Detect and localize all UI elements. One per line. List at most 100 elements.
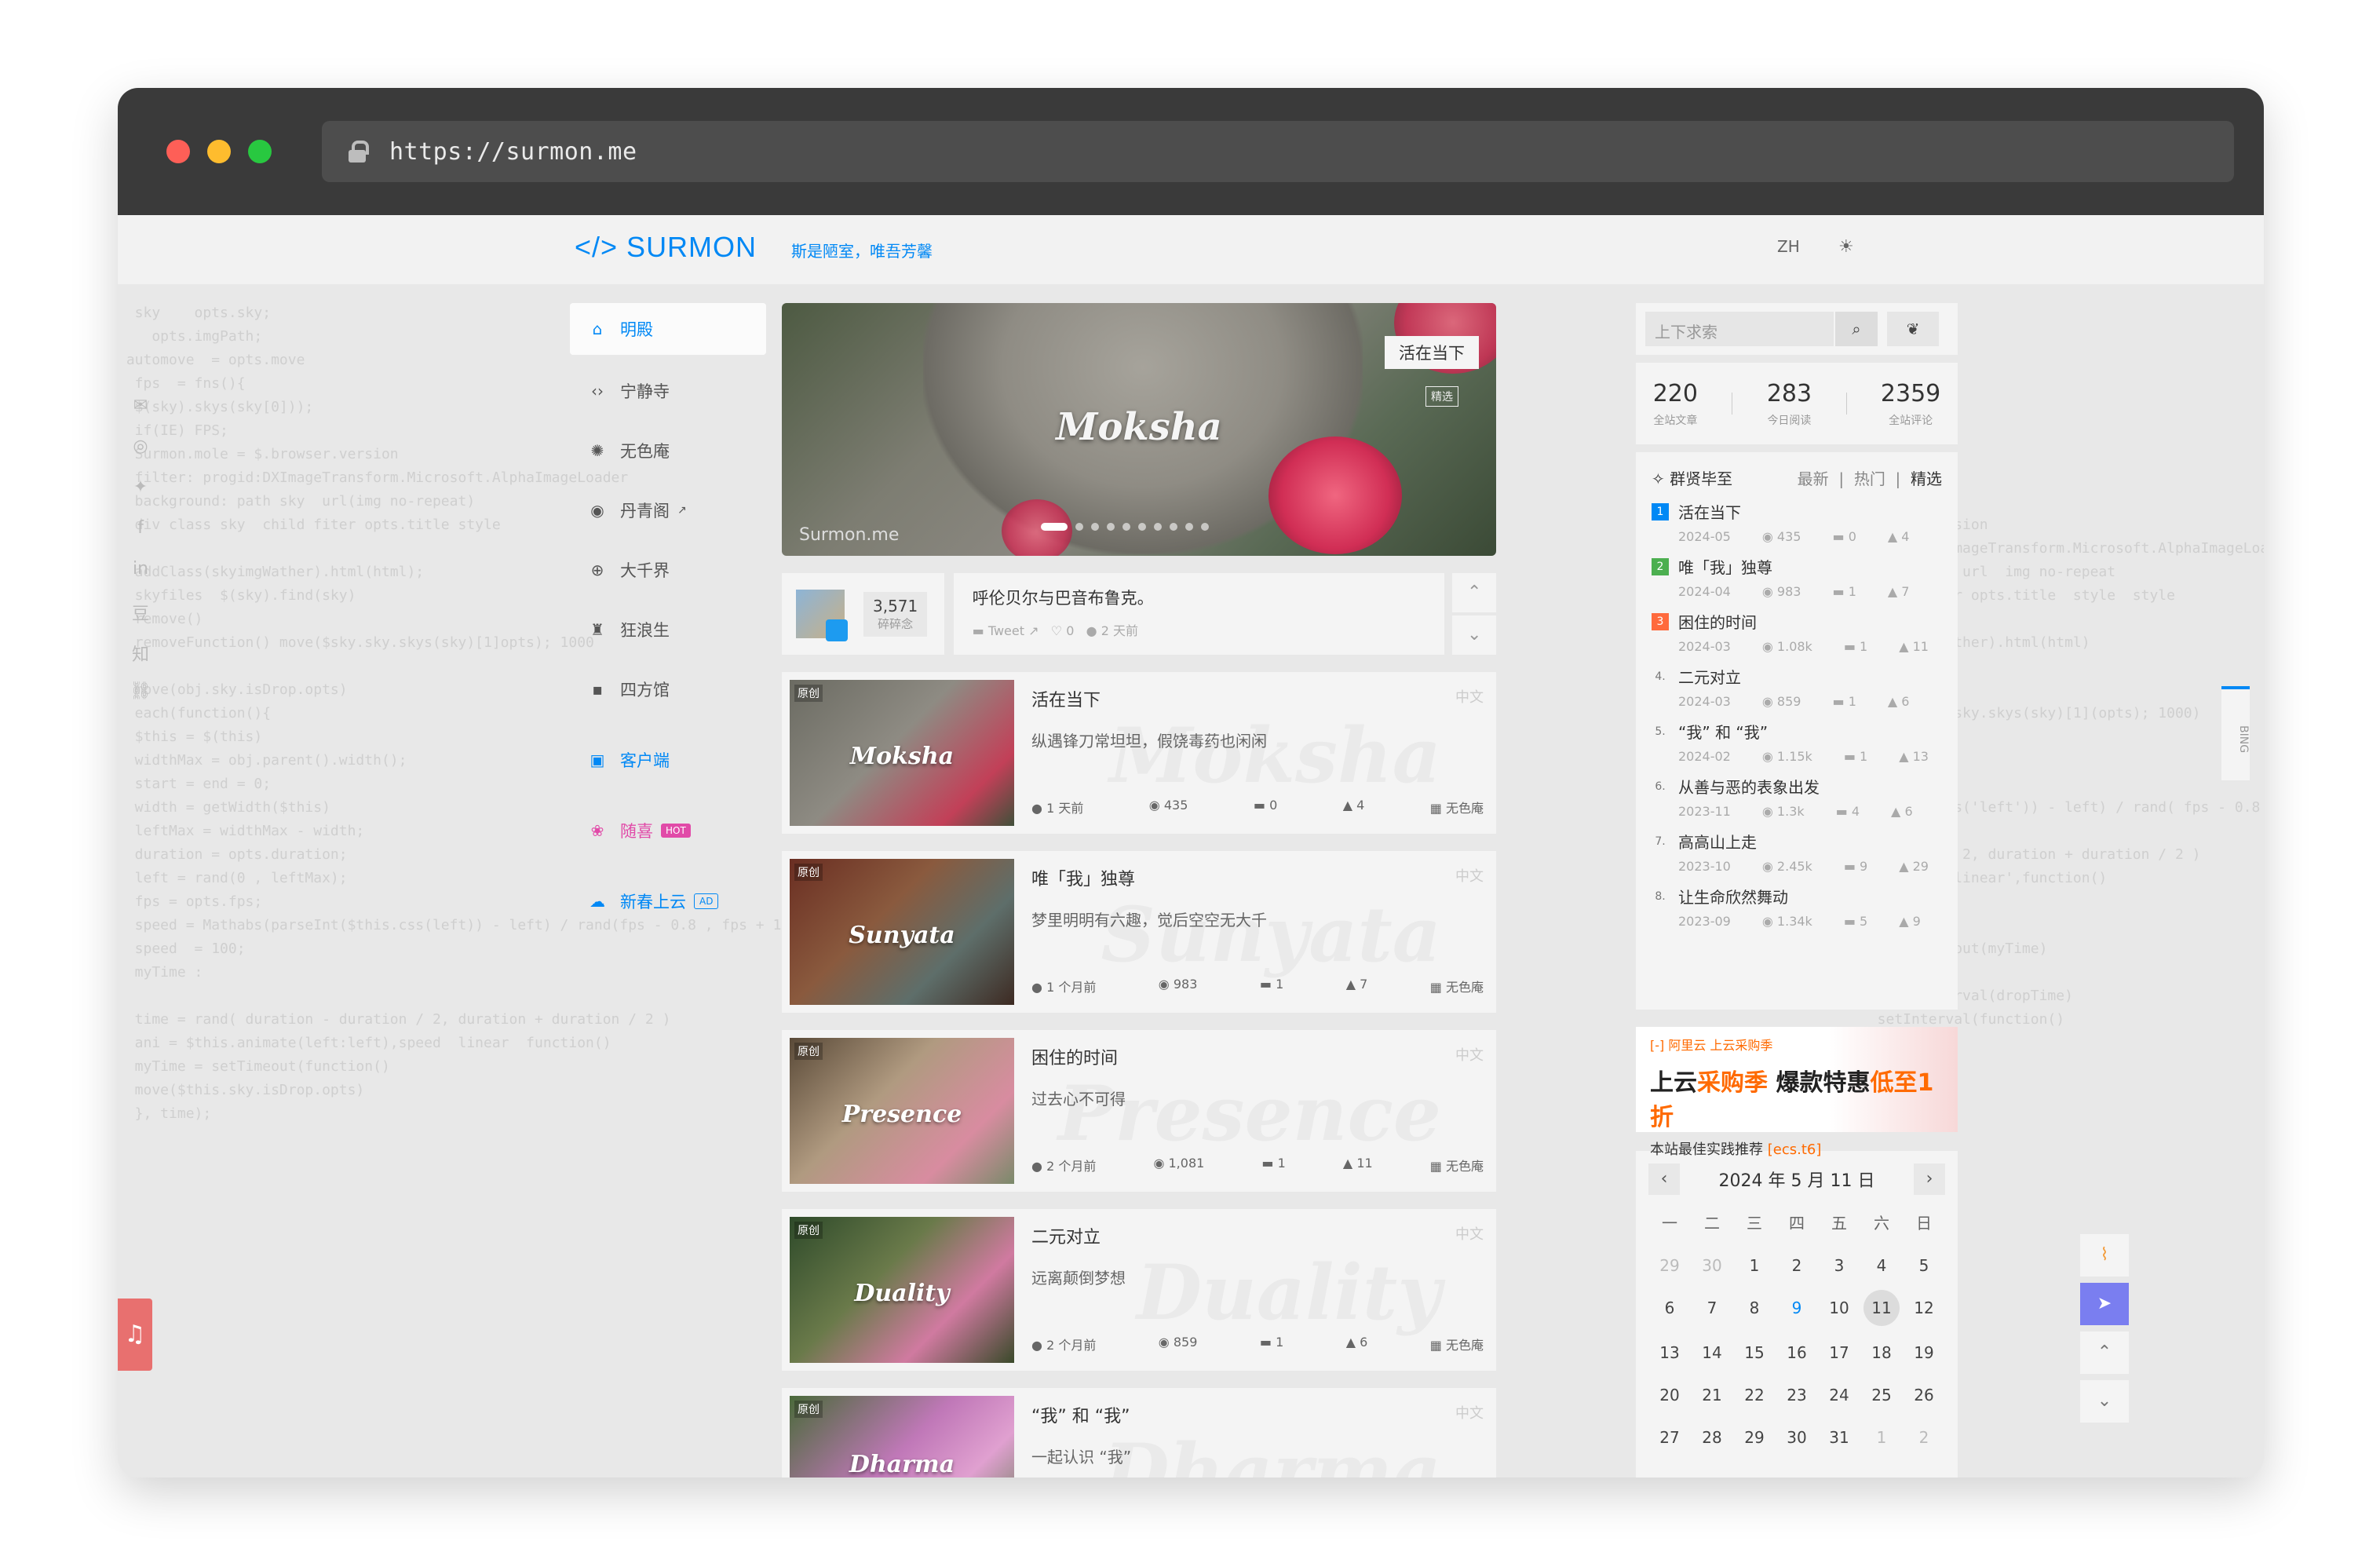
calendar-day[interactable]: 16 [1776, 1337, 1818, 1368]
article-title[interactable]: 唯「我」独尊 [1031, 865, 1488, 890]
calendar-day[interactable]: 24 [1818, 1379, 1860, 1411]
calendar-day[interactable]: 25 [1860, 1379, 1903, 1411]
article-card[interactable]: 原创 Moksha Moksha 活在当下 纵遇锋刀常坦坦，假饶毒药也闲闲 中文… [782, 672, 1496, 834]
calendar-day[interactable]: 11 [1863, 1290, 1900, 1326]
article-card[interactable]: 原创 Presence Presence 困住的时间 过去心不可得 中文 ● 2… [782, 1030, 1496, 1192]
chevron-left-icon[interactable]: ‹ [1648, 1163, 1680, 1195]
nav-item-sponsor[interactable]: ❀ 随喜 HOT [570, 801, 766, 860]
nav-item-thinking[interactable]: ✺ 无色庵 [570, 421, 766, 480]
calendar-day[interactable]: 5 [1903, 1250, 1945, 1281]
article-title[interactable]: 二元对立 [1031, 1223, 1488, 1248]
carousel-dot[interactable] [1091, 523, 1099, 531]
article-thumbnail[interactable]: 原创 Presence [790, 1038, 1014, 1184]
sun-icon[interactable]: ☀ [1838, 237, 1854, 257]
carousel-dot[interactable] [1201, 523, 1209, 531]
maximize-dot[interactable] [248, 140, 272, 163]
calendar-day[interactable]: 15 [1733, 1337, 1776, 1368]
calendar-day[interactable]: 10 [1818, 1292, 1860, 1324]
article-category[interactable]: 无色庵 [1446, 1159, 1484, 1174]
ranking-item[interactable]: 5. “我” 和 “我” 2024-02 ◉ 1.15k ▬ 1 ▲ 13 [1652, 720, 1942, 764]
carousel-tag[interactable]: 活在当下 [1385, 336, 1479, 369]
search-input[interactable]: 上下求索 [1645, 312, 1834, 346]
paper-plane-icon[interactable]: ➤ [2080, 1283, 2129, 1325]
article-category[interactable]: 无色庵 [1446, 980, 1484, 995]
carousel-dot[interactable] [1041, 523, 1068, 531]
calendar-day[interactable]: 14 [1691, 1337, 1733, 1368]
nav-item-github[interactable]: ◉ 丹青阁 ↗ [570, 480, 766, 540]
ranking-item-title[interactable]: 二元对立 [1678, 665, 1741, 688]
ranking-item[interactable]: 7. 高高山上走 2023-10 ◉ 2.45k ▬ 9 ▲ 29 [1652, 830, 1942, 874]
calendar-day[interactable]: 4 [1860, 1250, 1903, 1281]
nav-item-world[interactable]: ⊕ 大千界 [570, 540, 766, 600]
nav-item-home[interactable]: ⌂ 明殿 [570, 303, 766, 355]
calendar-day[interactable]: 22 [1733, 1379, 1776, 1411]
link-icon[interactable]: ⛓ [129, 681, 152, 703]
calendar-day[interactable]: 12 [1903, 1292, 1945, 1324]
chevron-up-icon[interactable]: ⌃ [2080, 1331, 2129, 1374]
ranking-item[interactable]: 6. 从善与恶的表象出发 2023-11 ◉ 1.3k ▬ 4 ▲ 6 [1652, 775, 1942, 819]
carousel-pagination[interactable] [1041, 523, 1209, 531]
chevron-down-icon[interactable]: ⌄ [1452, 615, 1496, 655]
ranking-item-title[interactable]: 困住的时间 [1678, 610, 1757, 633]
ranking-item[interactable]: 2 唯「我」独尊 2024-04 ◉ 983 ▬ 1 ▲ 7 [1652, 555, 1942, 599]
article-category[interactable]: 无色庵 [1446, 801, 1484, 816]
calendar-day[interactable]: 23 [1776, 1379, 1818, 1411]
chevron-up-icon[interactable]: ⌃ [1452, 573, 1496, 612]
article-thumbnail[interactable]: 原创 Moksha [790, 680, 1014, 826]
calendar-day[interactable]: 29 [1648, 1250, 1691, 1281]
rss-icon[interactable]: ⌇ [2080, 1234, 2129, 1277]
article-card[interactable]: 原创 Duality Duality 二元对立 远离颠倒梦想 中文 ● 2 个月… [782, 1209, 1496, 1371]
nav-item-about[interactable]: ♜ 狂浪生 [570, 600, 766, 659]
site-logo[interactable]: </> SURMON [575, 231, 757, 264]
article-title[interactable]: 活在当下 [1031, 686, 1488, 711]
article-card[interactable]: 原创 Dharma Dharma “我” 和 “我” 一起认识 “我” 中文 [782, 1388, 1496, 1478]
music-player-icon[interactable]: ♫ [118, 1299, 152, 1371]
douban-icon[interactable]: 豆 [129, 600, 152, 624]
ranking-item[interactable]: 8. 让生命欣然舞动 2023-09 ◉ 1.34k ▬ 5 ▲ 9 [1652, 885, 1942, 929]
calendar-day[interactable]: 21 [1691, 1379, 1733, 1411]
nav-item-guestbook[interactable]: ▪ 四方馆 [570, 659, 766, 719]
carousel-dot[interactable] [1107, 523, 1115, 531]
article-card[interactable]: 原创 Sunyata Sunyata 唯「我」独尊 梦里明明有六趣，觉后空空无大… [782, 851, 1496, 1013]
twitter-icon[interactable]: ✦ [129, 477, 152, 499]
ad-banner[interactable]: [-] 阿里云 上云采购季 上云采购季 爆款特惠低至1折 本站最佳实践推荐 [e… [1636, 1027, 1958, 1158]
article-title[interactable]: 困住的时间 [1031, 1044, 1488, 1069]
calendar-day[interactable]: 3 [1818, 1250, 1860, 1281]
search-icon[interactable]: ⌕ [1835, 312, 1878, 346]
calendar-day[interactable]: 13 [1648, 1337, 1691, 1368]
nav-item-app[interactable]: ▣ 客户端 [570, 730, 766, 790]
zhihu-icon[interactable]: 知 [129, 641, 152, 665]
tab-latest[interactable]: 最新 [1798, 469, 1829, 488]
language-switch[interactable]: ZH [1777, 237, 1800, 256]
address-bar[interactable]: https://surmon.me [322, 121, 2234, 182]
weibo-icon[interactable]: ◎ [129, 436, 152, 458]
calendar-day[interactable]: 31 [1818, 1422, 1860, 1453]
article-thumbnail[interactable]: 原创 Duality [790, 1217, 1014, 1363]
featured-carousel[interactable]: Moksha 活在当下 精选 Surmon.me [782, 303, 1496, 556]
tweet-content[interactable]: 呼伦贝尔与巴音布鲁克。 ▬ Tweet ↗ ♡ 0 ● 2 天前 [953, 573, 1445, 655]
article-category[interactable]: 无色庵 [1446, 1338, 1484, 1353]
tweet-author[interactable]: 3,571 碎碎念 [782, 573, 944, 655]
facebook-icon[interactable]: f [129, 518, 152, 540]
article-thumbnail[interactable]: 原创 Dharma [790, 1396, 1014, 1478]
tab-featured[interactable]: 精选 [1911, 469, 1942, 488]
ranking-item-title[interactable]: “我” 和 “我” [1678, 720, 1768, 743]
carousel-dot[interactable] [1075, 523, 1083, 531]
close-dot[interactable] [166, 140, 190, 163]
bing-wallpaper-tab[interactable]: BING [2221, 686, 2250, 780]
lotus-icon[interactable]: ❦ [1887, 312, 1939, 346]
calendar-day[interactable]: 28 [1691, 1422, 1733, 1453]
calendar-day[interactable]: 17 [1818, 1337, 1860, 1368]
calendar-day[interactable]: 26 [1903, 1379, 1945, 1411]
calendar-day[interactable]: 6 [1648, 1292, 1691, 1324]
calendar-day[interactable]: 1 [1733, 1250, 1776, 1281]
calendar-day[interactable]: 2 [1903, 1422, 1945, 1453]
chevron-down-icon[interactable]: ⌄ [2080, 1380, 2129, 1423]
calendar-day[interactable]: 2 [1776, 1250, 1818, 1281]
wechat-icon[interactable]: ✉ [129, 396, 152, 418]
ranking-item[interactable]: 4. 二元对立 2024-03 ◉ 859 ▬ 1 ▲ 6 [1652, 665, 1942, 709]
calendar-day[interactable]: 18 [1860, 1337, 1903, 1368]
calendar-day[interactable]: 30 [1776, 1422, 1818, 1453]
carousel-dot[interactable] [1122, 523, 1130, 531]
carousel-dot[interactable] [1185, 523, 1193, 531]
